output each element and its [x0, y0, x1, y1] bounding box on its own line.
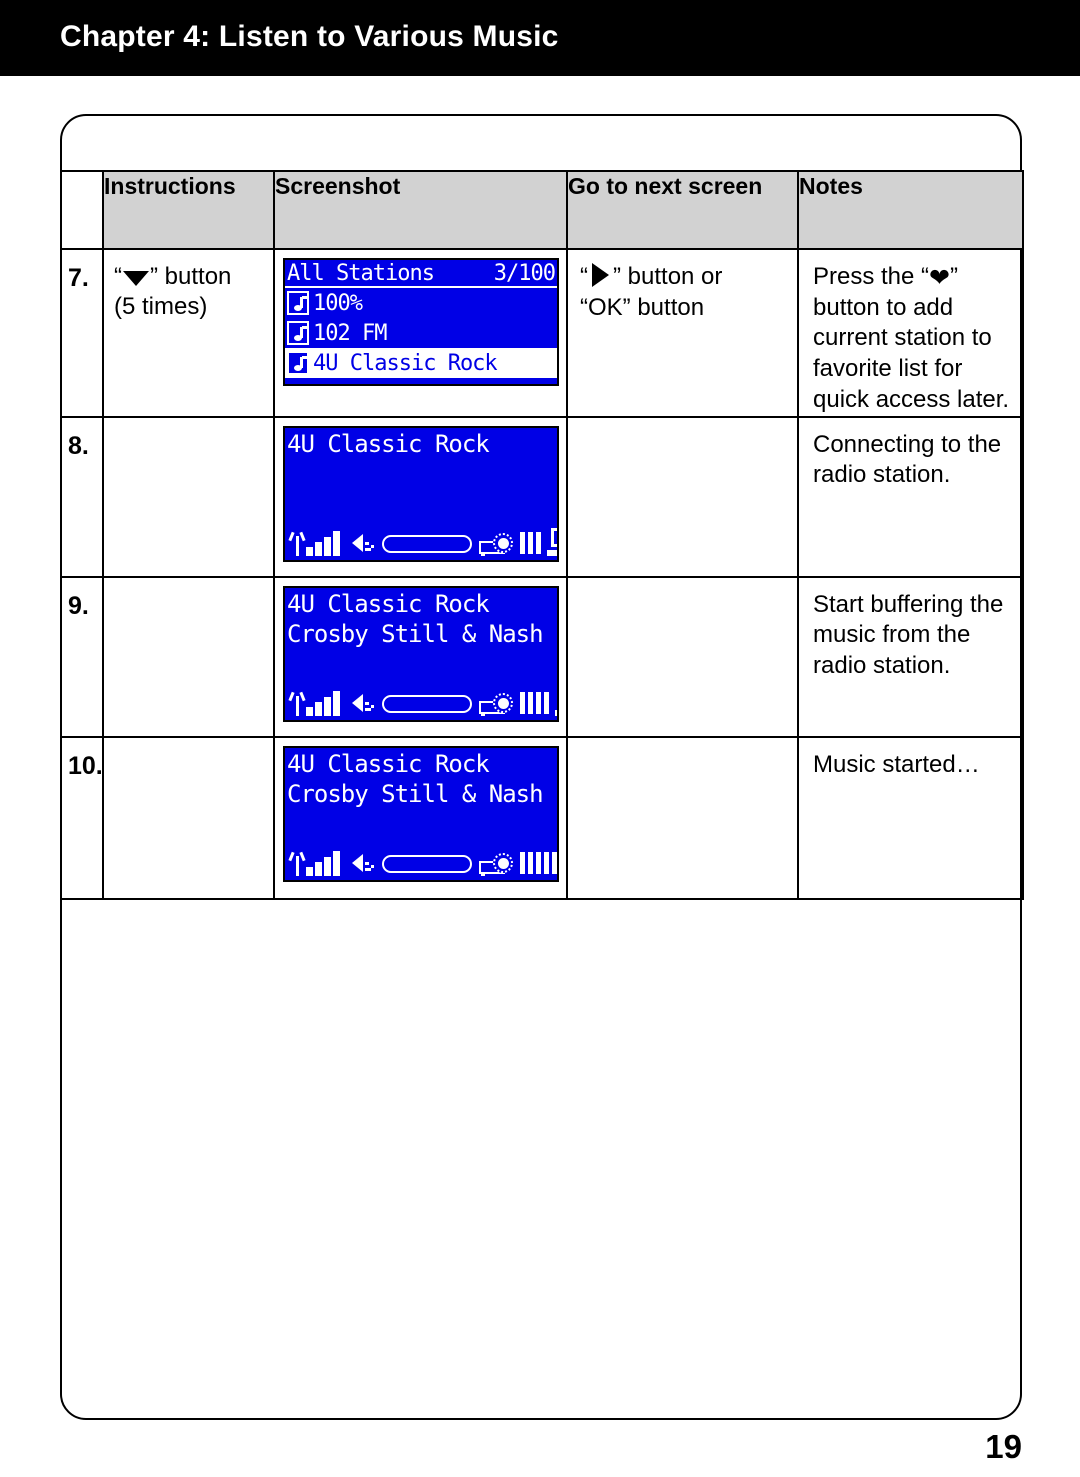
lcd-status-bar [285, 524, 557, 556]
step-number: 8. [60, 415, 104, 578]
signal-strength-icon [306, 850, 346, 876]
computer-source-icon [547, 527, 557, 556]
list-item[interactable]: 100% [285, 288, 557, 318]
lcd-status-bar [285, 684, 557, 716]
step-notes: Connecting to the radio station. [797, 415, 1024, 578]
music-file-icon [287, 351, 309, 375]
signal-strength-icon [306, 690, 346, 716]
lcd-station-name: 4U Classic Rock [287, 589, 490, 618]
column-header-next-screen: Go to next screen [566, 170, 799, 250]
column-header-instructions: Instructions [102, 170, 275, 250]
list-item-selected[interactable]: 4U Classic Rock [285, 348, 557, 378]
buffering-disc-icon [479, 530, 515, 556]
page-title: Chapter 4: Listen to Various Music [60, 20, 559, 53]
down-arrow-icon [123, 271, 149, 286]
antenna-icon [288, 690, 306, 716]
step-next-screen [566, 415, 799, 578]
speaker-volume-icon [352, 692, 378, 716]
antenna-icon [288, 530, 306, 556]
lcd-list-title: All Stations [287, 261, 435, 286]
step-next-screen [566, 575, 799, 738]
step-instruction [102, 575, 275, 738]
step-notes: Music started… [797, 735, 1024, 900]
step-screenshot: 4U Classic Rock Crosby Still & Nash - So… [273, 575, 568, 738]
buffer-level-bars-icon [520, 850, 557, 876]
buffer-progress-bar [382, 694, 472, 713]
buffer-level-bars-icon [520, 530, 541, 556]
lcd-title-bar: All Stations 3/100 [285, 260, 557, 288]
lcd-station-name: 4U Classic Rock [287, 429, 490, 458]
step-notes: Start buffering the music from the radio… [797, 575, 1024, 738]
list-item-label: 4U Classic Rock [313, 350, 498, 376]
instruction-quote-open: “ [114, 263, 122, 290]
next-text-line2: “OK” button [580, 293, 705, 321]
list-item[interactable]: 102 FM [285, 318, 557, 348]
next-text: ” button or [613, 263, 723, 290]
column-header-screenshot: Screenshot [273, 170, 568, 250]
speaker-volume-icon [352, 532, 378, 556]
right-arrow-icon [592, 263, 609, 287]
lcd-player-screen: 4U Classic Rock Crosby Still & Nash - So… [283, 585, 559, 722]
table-row: 8. 4U Classic Rock Connecting to the rad… [60, 415, 1024, 578]
step-next-screen [566, 735, 799, 900]
step-next-screen: “ ” button or “OK” button [566, 248, 799, 418]
notes-text-lead: Press the “ [813, 263, 930, 290]
buffer-level-bars-icon [520, 690, 549, 716]
step-number: 9. [60, 575, 104, 738]
lcd-player-screen: 4U Classic Rock [283, 425, 559, 562]
music-file-icon [287, 321, 309, 345]
notes-text-body: button to add current station to favorit… [813, 293, 1010, 413]
table-row: 9. 4U Classic Rock Crosby Still & Nash -… [60, 575, 1024, 738]
table-header-row: Instructions Screenshot Go to next scree… [60, 170, 1024, 250]
buffer-progress-bar [382, 854, 472, 873]
step-instruction [102, 735, 275, 900]
buffering-disc-icon [479, 850, 515, 876]
lcd-station-name: 4U Classic Rock [287, 749, 490, 778]
step-screenshot: All Stations 3/100 100% 102 FM 4U Classi… [273, 248, 568, 418]
lcd-track-name [285, 458, 557, 460]
lcd-player-screen: 4U Classic Rock Crosby Still & Nash - So [283, 745, 559, 882]
column-header-notes: Notes [797, 170, 1024, 250]
buffer-progress-bar [382, 534, 472, 553]
steps-table: Instructions Screenshot Go to next scree… [60, 170, 1024, 900]
page-number: 19 [985, 1428, 1022, 1465]
lcd-track-name: Crosby Still & Nash - So [287, 779, 557, 808]
list-item-label: 102 FM [313, 320, 387, 346]
lcd-track-name: Crosby Still & Nash - Sou [287, 619, 557, 648]
instruction-text-line2: (5 times) [114, 293, 208, 320]
lcd-list-counter: 3/100 [493, 261, 556, 286]
instruction-text: ” button [150, 263, 232, 290]
step-number: 10. [60, 735, 104, 900]
next-quote-open: “ [580, 263, 588, 290]
music-file-icon [287, 291, 309, 315]
step-notes: Press the “❤” button to add current stat… [797, 248, 1024, 418]
antenna-icon [288, 850, 306, 876]
table-row: 7. “ ” button (5 times) All Stations 3/10… [60, 248, 1024, 418]
step-screenshot: 4U Classic Rock [273, 415, 568, 578]
step-instruction: “ ” button (5 times) [102, 248, 275, 418]
column-header-number [60, 170, 104, 250]
chapter-header-bar: Chapter 4: Listen to Various Music [0, 0, 1080, 76]
step-number: 7. [60, 248, 104, 418]
step-instruction [102, 415, 275, 578]
step-screenshot: 4U Classic Rock Crosby Still & Nash - So [273, 735, 568, 900]
lcd-status-bar [285, 844, 557, 876]
heart-icon: ❤ [929, 264, 950, 292]
speaker-volume-icon [352, 852, 378, 876]
computer-source-icon [555, 688, 557, 716]
buffering-disc-icon [479, 690, 515, 716]
table-row: 10. 4U Classic Rock Crosby Still & Nash … [60, 735, 1024, 900]
list-item-label: 100% [313, 290, 363, 316]
signal-strength-icon [306, 530, 346, 556]
notes-quote-close: ” [950, 263, 958, 290]
lcd-station-list-screen: All Stations 3/100 100% 102 FM 4U Classi… [283, 258, 559, 386]
